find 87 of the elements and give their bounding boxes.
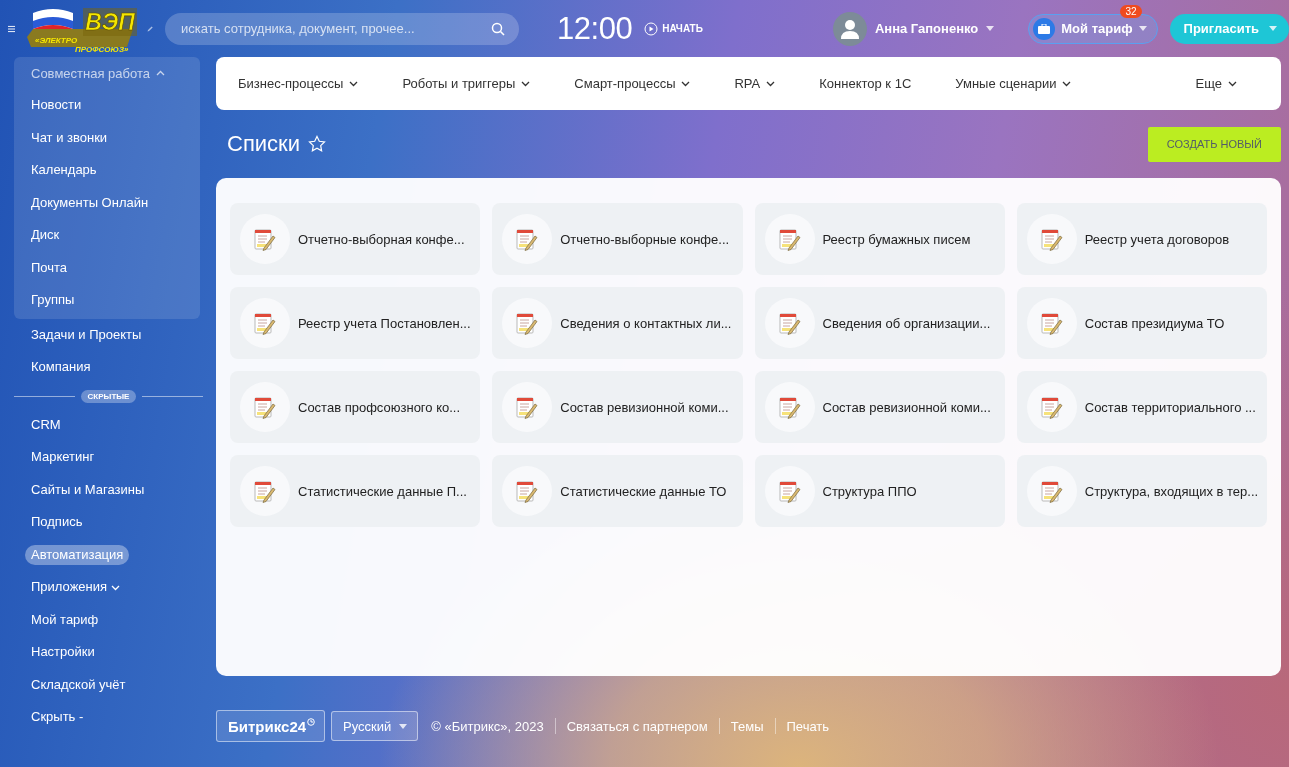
list-tile[interactable]: Состав ревизионной коми... — [754, 371, 1005, 443]
list-tile[interactable]: Реестр учета договоров — [1016, 203, 1267, 275]
list-tile[interactable]: Реестр учета Постановлен... — [230, 287, 481, 359]
copyright-text: © «Битрикс», 2023 — [431, 718, 544, 734]
brand-logo[interactable]: Битрикс24 — [216, 710, 326, 742]
notepad-icon — [776, 226, 803, 252]
caret-icon — [1269, 26, 1277, 31]
notepad-icon — [514, 478, 541, 504]
search-icon[interactable] — [491, 21, 506, 36]
sidebar-item[interactable]: Задачи и Проекты — [25, 324, 148, 345]
caret-icon — [399, 723, 408, 729]
notepad-icon — [1038, 226, 1065, 252]
avatar-icon[interactable] — [832, 11, 867, 46]
sidebar-item[interactable]: Сайты и Магазины — [25, 479, 151, 500]
play-icon — [644, 21, 659, 36]
logo-mark: ВЭП — [83, 7, 137, 36]
chevron-icon — [1228, 80, 1237, 87]
chevron-icon — [681, 80, 691, 87]
user-name[interactable]: Анна Гапоненко — [874, 21, 979, 36]
nav-tab[interactable]: Коннектор к 1С — [819, 76, 912, 91]
notepad-icon — [514, 226, 541, 252]
sidebar-item[interactable]: Диск — [25, 225, 66, 245]
list-tile[interactable]: Сведения об организации... — [754, 287, 1005, 359]
hidden-label: СКРЫТЫЕ — [80, 389, 137, 403]
notepad-icon — [252, 310, 278, 336]
sidebar-item[interactable]: CRM — [25, 414, 67, 435]
language-select[interactable]: Русский — [331, 711, 419, 741]
notepad-icon — [252, 478, 278, 504]
nav-tab[interactable]: Умные сценарии — [955, 76, 1072, 91]
chevron-icon — [155, 70, 165, 76]
caret-icon — [986, 26, 995, 31]
caret-icon — [1138, 26, 1147, 31]
notepad-icon — [252, 394, 278, 420]
notepad-icon — [1038, 310, 1065, 336]
sidebar-item[interactable]: Группы — [25, 290, 81, 310]
list-tile[interactable]: Состав ревизионной коми... — [492, 371, 743, 443]
nav-tab[interactable]: Еще — [1195, 76, 1237, 91]
list-tile[interactable]: Состав территориального ... — [1016, 371, 1267, 443]
list-tile[interactable]: Состав президиума ТО — [1016, 287, 1267, 359]
notepad-icon — [514, 394, 541, 420]
list-tile[interactable]: Статистические данные П... — [230, 455, 481, 527]
sidebar-item[interactable]: Новости — [25, 95, 88, 115]
sidebar-item[interactable]: Календарь — [25, 160, 103, 180]
star-icon[interactable] — [308, 135, 326, 153]
notepad-icon — [1038, 478, 1065, 504]
create-button[interactable]: СОЗДАТЬ НОВЫЙ — [1147, 126, 1281, 162]
list-tile[interactable]: Структура, входящих в тер... — [1016, 455, 1267, 527]
notepad-icon — [776, 310, 803, 336]
page-title: Списки — [227, 131, 300, 157]
list-tile[interactable]: Состав профсоюзного ко... — [230, 371, 481, 443]
sidebar-item[interactable]: Складской учёт — [25, 674, 132, 695]
sidebar-item[interactable]: Настройки — [25, 642, 101, 662]
section-header[interactable]: Совместная работа — [14, 57, 200, 89]
sidebar-item[interactable]: Документы Онлайн — [25, 192, 155, 213]
list-tile[interactable]: Реестр бумажных писем — [754, 203, 1005, 275]
notepad-icon — [776, 394, 803, 420]
sidebar-item[interactable]: Мой тариф — [25, 609, 105, 630]
list-tile[interactable]: Отчетно-выборные конфе... — [492, 203, 743, 275]
chevron-icon — [766, 80, 776, 87]
briefcase-icon — [1038, 23, 1051, 34]
notepad-icon — [514, 310, 541, 336]
notepad-icon — [776, 478, 803, 504]
chevron-icon — [521, 80, 531, 87]
chevron-icon — [1062, 80, 1072, 87]
clock-icon — [307, 718, 316, 726]
notepad-icon — [252, 226, 278, 252]
start-button[interactable]: НАЧАТЬ — [644, 21, 703, 36]
sidebar-item[interactable]: Подпись — [25, 512, 89, 532]
list-tile[interactable]: Отчетно-выборная конфе... — [230, 203, 481, 275]
chevron-icon — [110, 585, 120, 591]
nav-tab[interactable]: RPA — [734, 76, 776, 91]
sidebar-item[interactable]: Маркетинг — [25, 447, 101, 467]
notification-badge: 32 — [1120, 4, 1142, 18]
list-tile[interactable]: Сведения о контактных ли... — [492, 287, 743, 359]
notepad-icon — [1038, 394, 1065, 420]
nav-tab[interactable]: Бизнес-процессы — [238, 76, 359, 91]
sidebar-item[interactable]: Почта — [25, 257, 74, 278]
list-tile[interactable]: Статистические данные ТО — [492, 455, 743, 527]
sidebar-item[interactable]: Скрыть - — [25, 707, 90, 727]
clock-time: 12:00 — [557, 10, 633, 47]
nav-tab[interactable]: Роботы и триггеры — [402, 76, 531, 91]
sidebar-item[interactable]: Приложения — [25, 577, 126, 597]
sidebar-item[interactable]: Чат и звонки — [25, 127, 114, 148]
sidebar-item[interactable]: Компания — [25, 357, 97, 377]
nav-tab[interactable]: Смарт-процессы — [574, 76, 691, 91]
chevron-icon — [349, 80, 359, 87]
list-tile[interactable]: Структура ППО — [754, 455, 1005, 527]
